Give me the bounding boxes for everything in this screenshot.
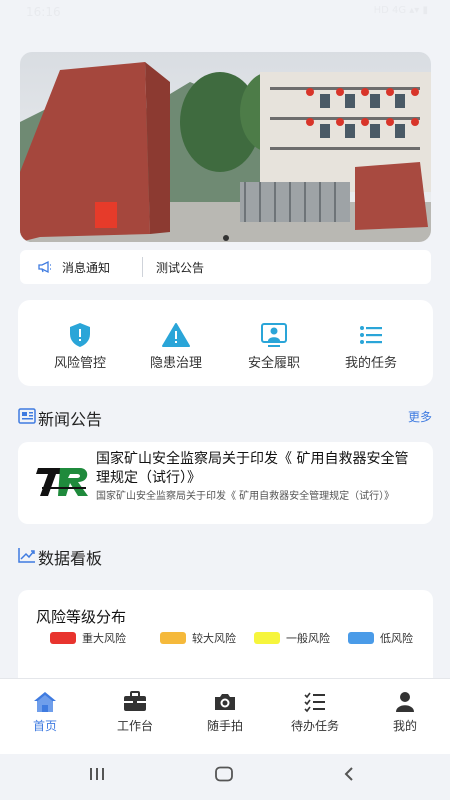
- news-item[interactable]: 国家矿山安全监察局关于印发《 矿用自救器安全管理规定（试行）》 国家矿山安全监察…: [18, 442, 433, 524]
- tab-snapshot[interactable]: 随手拍: [180, 691, 270, 734]
- news-summary: 国家矿山安全监察局关于印发《 矿用自救器安全管理规定（试行）》: [96, 491, 395, 502]
- bottom-tab-bar: 首页 工作台 随手拍 待办任务 我的: [0, 678, 450, 754]
- legend-swatch: [160, 632, 186, 644]
- quick-label: 安全履职: [247, 356, 300, 371]
- tab-label: 随手拍: [206, 719, 243, 733]
- legend-label: 重大风险: [82, 632, 126, 645]
- quick-my-tasks[interactable]: 我的任务: [321, 322, 421, 371]
- legend-item-major[interactable]: 重大风险: [50, 630, 126, 646]
- legend-item-large[interactable]: 较大风险: [160, 630, 236, 646]
- megaphone-icon: [38, 260, 52, 277]
- legend-label: 较大风险: [192, 632, 236, 645]
- newspaper-icon: [18, 408, 36, 428]
- notice-bar[interactable]: 消息通知 测试公告: [20, 250, 431, 284]
- tab-label: 我的: [392, 719, 417, 733]
- home-button-icon[interactable]: [214, 766, 234, 786]
- home-icon: [0, 691, 90, 713]
- quick-hazard-management[interactable]: 隐患治理: [126, 322, 226, 371]
- quick-actions-panel: 风险管控 隐患治理 安全履职 我的任务: [18, 300, 433, 386]
- notice-label: 消息通知: [62, 261, 111, 275]
- quick-label: 风险管控: [53, 356, 106, 371]
- notice-divider: [142, 257, 143, 277]
- user-icon: [360, 691, 450, 713]
- tab-label: 工作台: [116, 719, 153, 733]
- back-icon[interactable]: [342, 766, 356, 786]
- chart-title: 风险等级分布: [36, 608, 127, 626]
- quick-label: 我的任务: [344, 356, 397, 371]
- camera-icon: [180, 691, 270, 713]
- shield-icon: [30, 322, 130, 348]
- quick-label: 隐患治理: [149, 356, 202, 371]
- chart-legend: 重大风险 较大风险 一般风险 低风险: [50, 630, 430, 646]
- news-title: 国家矿山安全监察局关于印发《 矿用自救器安全管理规定（试行）》: [96, 451, 409, 486]
- status-icons: HD 4G ▴▾ ▮: [373, 5, 428, 16]
- system-nav-bar: [0, 754, 450, 800]
- legend-item-general[interactable]: 一般风险: [254, 630, 330, 646]
- tab-mine[interactable]: 我的: [360, 691, 450, 734]
- legend-swatch: [348, 632, 374, 644]
- legend-label: 低风险: [380, 632, 413, 645]
- risk-distribution-card: 风险等级分布 重大风险 较大风险 一般风险 低风险: [18, 590, 433, 690]
- status-bar: 16:16 HD 4G ▴▾ ▮: [0, 0, 450, 26]
- TR-logo: [36, 464, 92, 502]
- news-more-link[interactable]: 更多: [408, 408, 432, 425]
- trend-chart-icon: [18, 547, 36, 567]
- carousel-indicator: [20, 226, 431, 241]
- tab-home[interactable]: 首页: [0, 691, 90, 734]
- banner-carousel[interactable]: [20, 52, 431, 242]
- list-icon: [321, 322, 421, 348]
- quick-risk-control[interactable]: 风险管控: [30, 322, 130, 371]
- banner-photo: [20, 52, 431, 242]
- tab-todo[interactable]: 待办任务: [270, 691, 360, 734]
- data-section-title: 数据看板: [38, 549, 103, 568]
- tab-label: 首页: [32, 719, 57, 733]
- tab-label: 待办任务: [290, 719, 339, 733]
- carousel-dot-active[interactable]: [222, 235, 229, 241]
- briefcase-icon: [90, 691, 180, 713]
- legend-item-low[interactable]: 低风险: [348, 630, 413, 646]
- news-section-title: 新闻公告: [38, 410, 103, 429]
- checklist-icon: [270, 691, 360, 713]
- warning-icon: [126, 322, 226, 348]
- status-time: 16:16: [26, 5, 61, 19]
- recent-apps-icon[interactable]: [88, 766, 106, 786]
- quick-safety-duty[interactable]: 安全履职: [224, 322, 324, 371]
- legend-label: 一般风险: [286, 632, 330, 645]
- legend-swatch: [50, 632, 76, 644]
- legend-swatch: [254, 632, 280, 644]
- tab-workbench[interactable]: 工作台: [90, 691, 180, 734]
- person-screen-icon: [224, 322, 324, 348]
- notice-text[interactable]: 测试公告: [156, 259, 204, 276]
